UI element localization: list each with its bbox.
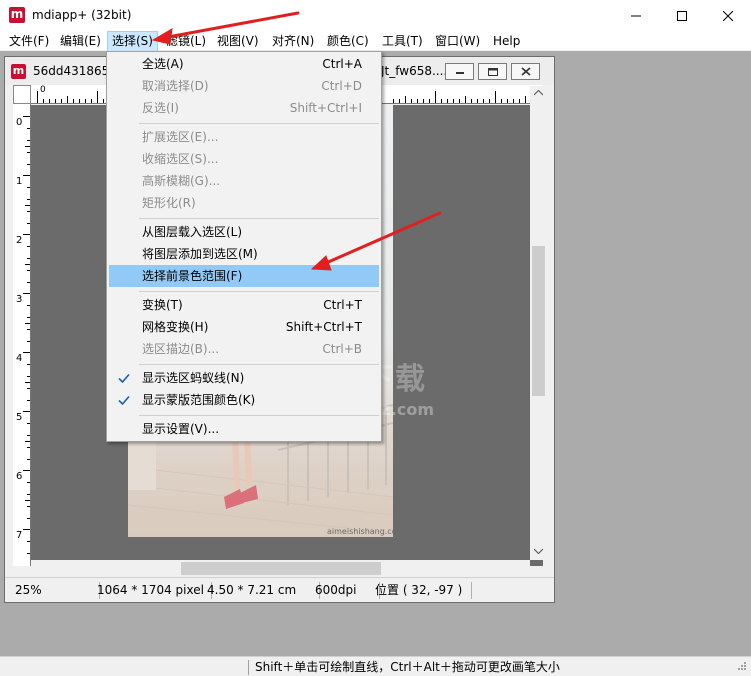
menu-separator	[139, 415, 379, 416]
minimize-button[interactable]	[613, 0, 659, 31]
maximize-icon	[677, 10, 687, 21]
resize-grip-icon[interactable]	[735, 661, 747, 673]
ruler-vertical-label: 1	[16, 176, 23, 187]
document-restore-button[interactable]	[478, 63, 507, 80]
menu-item-rectangularize[interactable]: 矩形化(R)	[109, 192, 379, 214]
scroll-up-icon[interactable]	[534, 90, 543, 96]
menu-item-mesh-transform[interactable]: 网格变换(H) Shift+Ctrl+T	[109, 316, 379, 338]
close-icon	[520, 67, 531, 76]
ruler-vertical: 0 1 2 3 4 5 6 7	[13, 104, 31, 566]
document-minimize-button[interactable]	[445, 63, 474, 80]
window-title: mdiapp+ (32bit)	[32, 8, 132, 22]
menu-select[interactable]: 选择(S)	[107, 31, 158, 53]
menu-separator	[139, 364, 379, 365]
minimize-icon	[455, 71, 464, 74]
menu-bar: 文件(F) 编辑(E) 选择(S) 滤镜(L) 视图(V) 对齐(N) 颜色(C…	[0, 31, 751, 53]
cursor-position: 位置 ( 32, -97 )	[371, 582, 472, 599]
close-icon	[723, 10, 733, 21]
ruler-vertical-label: 6	[16, 471, 23, 482]
document-logo-icon: m	[11, 64, 26, 79]
zoom-level: 25%	[11, 582, 100, 599]
menu-filter[interactable]: 滤镜(L)	[162, 31, 210, 51]
minimize-icon	[631, 15, 641, 16]
physical-size: 4.50 * 7.21 cm	[203, 582, 320, 599]
menu-file[interactable]: 文件(F)	[5, 31, 53, 51]
ruler-vertical-label: 7	[16, 530, 23, 541]
status-hint: Shift＋单击可绘制直线，Ctrl＋Alt＋拖动可更改画笔大小	[255, 660, 560, 674]
menu-item-select-all[interactable]: 全选(A) Ctrl+A	[109, 53, 379, 75]
document-title-suffix: Jt_fw658....	[381, 64, 448, 78]
resolution-dpi: 600dpi	[311, 582, 380, 599]
vertical-scroll-thumb[interactable]	[532, 246, 545, 396]
app-logo-icon: m	[9, 7, 25, 23]
menu-item-show-marching-ants[interactable]: 显示选区蚂蚁线(N)	[109, 367, 379, 389]
menu-item-stroke-selection[interactable]: 选区描边(B)... Ctrl+B	[109, 338, 379, 360]
menu-item-expand-selection[interactable]: 扩展选区(E)...	[109, 126, 379, 148]
photo-watermark-text: aimeishishang.com	[327, 527, 393, 536]
close-button[interactable]	[705, 0, 751, 31]
menu-item-transform[interactable]: 变换(T) Ctrl+T	[109, 294, 379, 316]
menu-view[interactable]: 视图(V)	[213, 31, 263, 51]
status-divider	[248, 660, 249, 675]
menu-item-deselect[interactable]: 取消选择(D) Ctrl+D	[109, 75, 379, 97]
menu-item-load-selection-from-layer[interactable]: 从图层载入选区(L)	[109, 221, 379, 243]
ruler-vertical-label: 0	[16, 117, 23, 128]
checkmark-icon	[118, 373, 130, 384]
checkmark-icon	[118, 395, 130, 406]
horizontal-scroll-thumb[interactable]	[181, 562, 381, 575]
menu-item-gaussian-blur[interactable]: 高斯模糊(G)...	[109, 170, 379, 192]
menu-color[interactable]: 颜色(C)	[323, 31, 373, 51]
maximize-button[interactable]	[659, 0, 705, 31]
menu-item-show-mask-color[interactable]: 显示蒙版范围颜色(K)	[109, 389, 379, 411]
title-bar[interactable]: m mdiapp+ (32bit)	[0, 0, 751, 31]
vertical-scrollbar[interactable]	[530, 86, 547, 560]
document-close-button[interactable]	[511, 63, 540, 80]
menu-edit[interactable]: 编辑(E)	[56, 31, 105, 51]
menu-separator	[139, 123, 379, 124]
app-status-bar: Shift＋单击可绘制直线，Ctrl＋Alt＋拖动可更改画笔大小	[0, 656, 751, 676]
pixel-size: 1064 * 1704 pixel	[93, 582, 212, 599]
scroll-down-icon[interactable]	[534, 548, 543, 554]
ruler-vertical-label: 3	[16, 294, 23, 305]
menu-item-select-foreground-range[interactable]: 选择前景色范围(F)	[109, 265, 379, 287]
menu-separator	[139, 291, 379, 292]
menu-item-add-layer-to-selection[interactable]: 将图层添加到选区(M)	[109, 243, 379, 265]
menu-item-invert-selection[interactable]: 反选(I) Shift+Ctrl+I	[109, 97, 379, 119]
document-status-bar: 25% 1064 * 1704 pixel 4.50 * 7.21 cm 600…	[5, 577, 554, 602]
select-menu-dropdown: 全选(A) Ctrl+A 取消选择(D) Ctrl+D 反选(I) Shift+…	[106, 51, 382, 442]
ruler-vertical-ticks	[23, 116, 30, 554]
ruler-vertical-label: 2	[16, 235, 23, 246]
menu-align[interactable]: 对齐(N)	[268, 31, 318, 51]
horizontal-scrollbar[interactable]	[31, 560, 530, 577]
restore-icon	[487, 67, 498, 76]
document-title: 56dd431865	[33, 64, 110, 78]
menu-item-shrink-selection[interactable]: 收缩选区(S)...	[109, 148, 379, 170]
ruler-vertical-label: 4	[16, 353, 23, 364]
menu-window[interactable]: 窗口(W)	[431, 31, 484, 51]
menu-tools[interactable]: 工具(T)	[378, 31, 427, 51]
menu-help[interactable]: Help	[489, 31, 524, 51]
ruler-vertical-label: 5	[16, 412, 23, 423]
menu-separator	[139, 218, 379, 219]
menu-item-display-settings[interactable]: 显示设置(V)...	[109, 418, 379, 440]
ruler-horizontal-label: 0	[40, 85, 46, 95]
ruler-corner	[13, 85, 31, 104]
